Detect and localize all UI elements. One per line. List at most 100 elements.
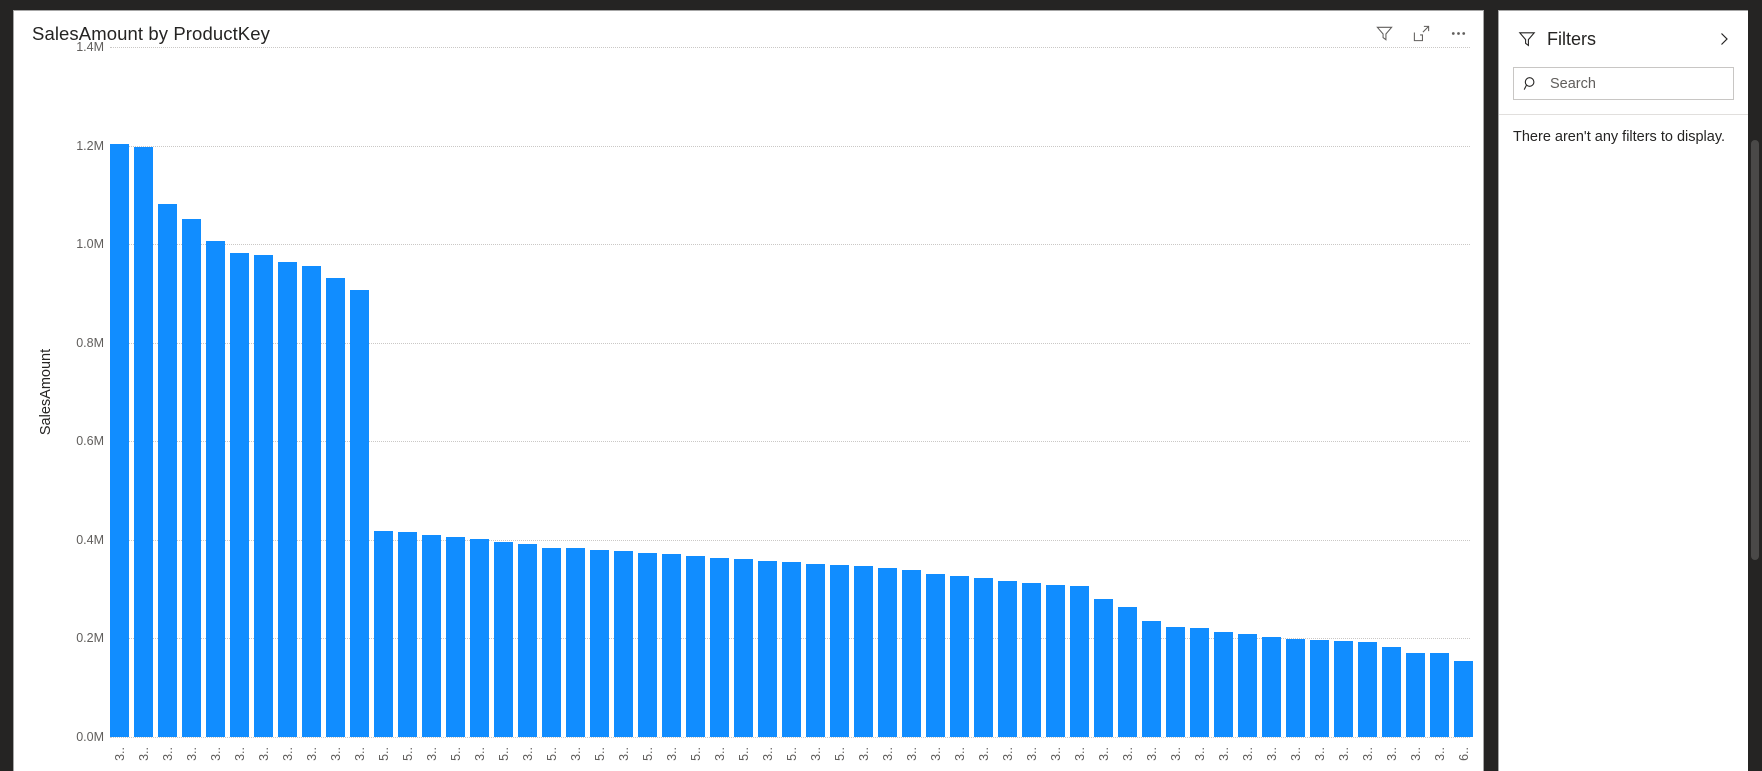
bar[interactable]	[590, 549, 609, 737]
x-axis-tick-label: 6..	[1456, 747, 1471, 761]
bar[interactable]	[518, 543, 537, 737]
bar[interactable]	[998, 580, 1017, 737]
x-axis-tick-label: 3..	[1144, 747, 1159, 761]
x-axis-tick: 3..	[1238, 739, 1257, 771]
x-axis-tick-label: 3..	[1432, 747, 1447, 761]
bar[interactable]	[734, 559, 753, 737]
bar[interactable]	[158, 203, 177, 737]
focus-mode-icon[interactable]	[1410, 22, 1432, 44]
bar[interactable]	[1142, 620, 1161, 737]
bar[interactable]	[782, 561, 801, 737]
bar[interactable]	[1430, 653, 1449, 737]
bar[interactable]	[422, 535, 441, 737]
bar[interactable]	[638, 552, 657, 737]
bar[interactable]	[446, 536, 465, 737]
bar[interactable]	[758, 560, 777, 737]
chevron-right-icon[interactable]	[1712, 27, 1736, 51]
y-axis-tick-label: 0.2M	[76, 631, 104, 646]
bar[interactable]	[182, 218, 201, 737]
bar[interactable]	[1382, 647, 1401, 737]
filter-icon[interactable]	[1373, 22, 1395, 44]
bar[interactable]	[206, 241, 225, 737]
bar[interactable]	[1190, 627, 1209, 737]
x-axis-tick: 3..	[110, 739, 129, 771]
x-axis-tick: 3..	[950, 739, 969, 771]
bar[interactable]	[230, 253, 249, 737]
x-axis-tick: 3..	[134, 739, 153, 771]
bar[interactable]	[902, 570, 921, 737]
bar[interactable]	[134, 147, 153, 737]
bar[interactable]	[326, 278, 345, 737]
x-axis-tick: 5..	[446, 739, 465, 771]
bar[interactable]	[1070, 585, 1089, 737]
bar[interactable]	[806, 563, 825, 737]
bar[interactable]	[254, 255, 273, 737]
x-axis-tick-label: 3..	[112, 747, 127, 761]
x-axis-tick: 5..	[374, 739, 393, 771]
bar[interactable]	[1454, 660, 1473, 737]
page-scrollbar[interactable]	[1748, 0, 1762, 771]
x-axis-tick-label: 3..	[472, 747, 487, 761]
chart-plot-wrapper: SalesAmount 0.0M 0.2M 0.4M 0.6M 0.8M 1.0M 1.2M…	[14, 40, 1483, 771]
bar[interactable]	[1310, 640, 1329, 737]
more-options-icon[interactable]	[1447, 22, 1469, 44]
x-axis-tick-label: 5..	[376, 747, 391, 761]
bar[interactable]	[398, 531, 417, 737]
x-axis-tick-label: 3..	[1264, 747, 1279, 761]
bar[interactable]	[374, 530, 393, 737]
search-input[interactable]	[1548, 74, 1725, 93]
search-box[interactable]	[1513, 67, 1734, 100]
x-axis-tick: 3..	[662, 739, 681, 771]
x-axis-tick-label: 5..	[496, 747, 511, 761]
bar[interactable]	[1046, 584, 1065, 737]
bar[interactable]	[614, 551, 633, 737]
x-axis-tick-label: 3..	[880, 747, 895, 761]
y-axis-tick-label: 1.0M	[76, 237, 104, 252]
bar[interactable]	[1286, 639, 1305, 737]
bar[interactable]	[1214, 632, 1233, 737]
x-axis-tick: 3..	[1022, 739, 1041, 771]
x-axis-tick: 3..	[758, 739, 777, 771]
bar[interactable]	[1358, 642, 1377, 737]
page-scrollbar-thumb[interactable]	[1751, 140, 1759, 560]
bar[interactable]	[1118, 606, 1137, 737]
bar[interactable]	[470, 539, 489, 737]
bar[interactable]	[302, 266, 321, 737]
bar[interactable]	[278, 262, 297, 737]
y-axis-tick-label: 0.8M	[76, 335, 104, 350]
x-axis-tick: 3..	[206, 739, 225, 771]
bar[interactable]	[542, 547, 561, 737]
bar[interactable]	[566, 548, 585, 737]
bar[interactable]	[686, 556, 705, 737]
bar[interactable]	[1262, 636, 1281, 737]
bar[interactable]	[950, 575, 969, 737]
x-axis-tick: 3..	[1382, 739, 1401, 771]
x-axis-tick: 3..	[278, 739, 297, 771]
filters-pane-header: Filters	[1499, 11, 1748, 67]
bar[interactable]	[926, 573, 945, 737]
bar[interactable]	[830, 565, 849, 737]
x-axis-tick: 3..	[710, 739, 729, 771]
y-axis-tick-label: 0.0M	[76, 730, 104, 744]
bar[interactable]	[1334, 641, 1353, 737]
bar[interactable]	[1022, 583, 1041, 737]
bar[interactable]	[974, 578, 993, 737]
bar[interactable]	[1166, 626, 1185, 737]
x-axis-tick: 3..	[1334, 739, 1353, 771]
chart-visual-card[interactable]: SalesAmount by ProductKey SalesAmount 0.…	[13, 10, 1484, 771]
x-axis-tick-label: 3..	[1240, 747, 1255, 761]
bar[interactable]	[710, 558, 729, 737]
x-axis-tick-label: 3..	[1120, 747, 1135, 761]
bar[interactable]	[1406, 652, 1425, 737]
bar[interactable]	[854, 566, 873, 737]
bar[interactable]	[494, 541, 513, 737]
bar-series	[110, 47, 1473, 737]
bar[interactable]	[350, 289, 369, 737]
bar[interactable]	[878, 568, 897, 737]
visual-header: SalesAmount by ProductKey	[14, 11, 1483, 51]
x-axis-tick: 3..	[926, 739, 945, 771]
bar[interactable]	[662, 553, 681, 737]
bar[interactable]	[1094, 598, 1113, 737]
bar[interactable]	[1238, 634, 1257, 737]
bar[interactable]	[110, 144, 129, 737]
